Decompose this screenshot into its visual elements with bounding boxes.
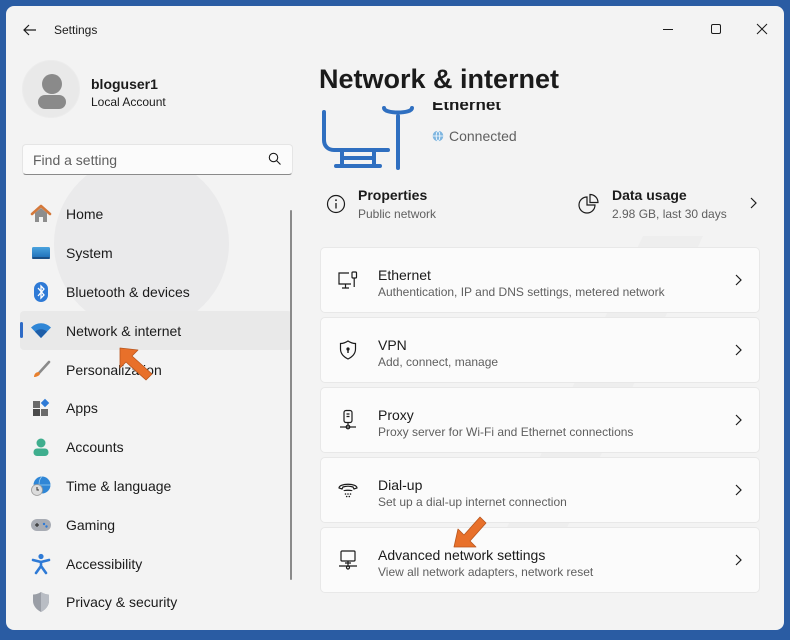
sidebar-item-apps[interactable]: Apps bbox=[20, 389, 292, 428]
bluetooth-icon bbox=[30, 281, 52, 303]
sidebar-item-network[interactable]: Network & internet bbox=[20, 311, 292, 351]
sidebar-item-label: Apps bbox=[66, 400, 98, 417]
gamepad-icon bbox=[30, 514, 52, 536]
ethernet-icon bbox=[337, 269, 359, 291]
wifi-icon bbox=[30, 320, 52, 342]
system-icon bbox=[30, 242, 52, 264]
sidebar-item-accessibility[interactable]: Accessibility bbox=[20, 544, 292, 583]
globe-icon bbox=[432, 130, 444, 142]
sidebar-item-personalization[interactable]: Personalization bbox=[20, 350, 292, 389]
shield-icon bbox=[30, 591, 52, 613]
card-dialup[interactable]: Dial-up Set up a dial-up internet connec… bbox=[320, 457, 760, 523]
sidebar-scrollbar[interactable] bbox=[290, 210, 292, 580]
sidebar-item-label: Personalization bbox=[66, 361, 162, 378]
back-arrow-icon bbox=[23, 24, 36, 36]
card-subtitle: Set up a dial-up internet connection bbox=[378, 495, 567, 509]
card-title: Proxy bbox=[378, 407, 414, 423]
title-bar: Settings bbox=[6, 6, 784, 54]
sidebar-item-gaming[interactable]: Gaming bbox=[20, 505, 292, 544]
card-proxy[interactable]: Proxy Proxy server for Wi-Fi and Etherne… bbox=[320, 387, 760, 453]
sidebar-item-bluetooth[interactable]: Bluetooth & devices bbox=[20, 273, 292, 312]
sidebar-item-label: Network & internet bbox=[66, 322, 182, 339]
close-icon bbox=[756, 23, 768, 35]
sidebar-item-label: Gaming bbox=[66, 516, 116, 533]
pie-chart-icon bbox=[578, 193, 599, 214]
card-title: Dial-up bbox=[378, 477, 423, 493]
chevron-right-icon bbox=[735, 344, 742, 356]
card-advanced-network-settings[interactable]: Advanced network settings View all netwo… bbox=[320, 527, 760, 593]
card-subtitle: View all network adapters, network reset bbox=[378, 565, 594, 579]
avatar bbox=[22, 60, 80, 118]
app-title: Settings bbox=[54, 23, 98, 37]
card-vpn[interactable]: VPN Add, connect, manage bbox=[320, 317, 760, 383]
search-input[interactable] bbox=[23, 145, 243, 174]
accounts-icon bbox=[30, 436, 52, 458]
connection-status: Connected bbox=[432, 128, 517, 144]
card-ethernet[interactable]: Ethernet Authentication, IP and DNS sett… bbox=[320, 247, 760, 313]
card-subtitle: Proxy server for Wi-Fi and Ethernet conn… bbox=[378, 425, 634, 439]
advanced-network-icon bbox=[337, 549, 359, 571]
chevron-right-icon bbox=[750, 197, 757, 209]
sidebar-item-home[interactable]: Home bbox=[20, 195, 292, 234]
sidebar-item-label: Privacy & security bbox=[66, 594, 178, 611]
search-icon[interactable] bbox=[268, 152, 282, 166]
properties-subtitle: Public network bbox=[358, 207, 437, 221]
sidebar-item-system[interactable]: System bbox=[20, 234, 292, 273]
maximize-button[interactable] bbox=[698, 14, 734, 44]
data-usage-title: Data usage bbox=[612, 187, 687, 203]
card-title: VPN bbox=[378, 337, 407, 353]
minimize-icon bbox=[663, 29, 673, 30]
ethernet-hero-icon bbox=[318, 104, 418, 175]
accessibility-icon bbox=[30, 553, 52, 575]
home-icon bbox=[30, 203, 52, 225]
sidebar-item-time-language[interactable]: Time & language bbox=[20, 467, 292, 506]
data-usage-button[interactable]: Data usage 2.98 GB, last 30 days bbox=[578, 179, 758, 229]
user-profile[interactable]: bloguser1 Local Account bbox=[22, 60, 282, 120]
minimize-button[interactable] bbox=[650, 14, 686, 44]
chevron-right-icon bbox=[735, 484, 742, 496]
properties-button[interactable]: Properties Public network bbox=[326, 179, 436, 229]
properties-title: Properties bbox=[358, 187, 428, 203]
sidebar-item-privacy[interactable]: Privacy & security bbox=[20, 583, 292, 622]
close-button[interactable] bbox=[744, 14, 780, 44]
sidebar-item-accounts[interactable]: Accounts bbox=[20, 428, 292, 467]
apps-icon bbox=[30, 397, 52, 419]
sidebar-item-label: Accessibility bbox=[66, 555, 143, 572]
chevron-right-icon bbox=[735, 274, 742, 286]
maximize-icon bbox=[711, 24, 721, 34]
card-subtitle: Authentication, IP and DNS settings, met… bbox=[378, 285, 665, 299]
account-type: Local Account bbox=[91, 95, 166, 109]
chevron-right-icon bbox=[735, 414, 742, 426]
back-button[interactable] bbox=[18, 18, 42, 42]
user-name: bloguser1 bbox=[91, 76, 158, 92]
card-title: Ethernet bbox=[378, 267, 431, 283]
sidebar-item-label: Bluetooth & devices bbox=[66, 283, 190, 300]
settings-cards: Ethernet Authentication, IP and DNS sett… bbox=[320, 247, 760, 597]
sidebar-item-label: Time & language bbox=[66, 477, 172, 494]
sidebar-item-label: Accounts bbox=[66, 439, 124, 456]
data-usage-subtitle: 2.98 GB, last 30 days bbox=[612, 207, 727, 221]
connection-name: Ethernet bbox=[432, 102, 501, 114]
dialup-icon bbox=[337, 479, 359, 501]
paintbrush-icon bbox=[30, 359, 52, 381]
sidebar-nav: Home System Bluetooth & devices Network … bbox=[20, 195, 292, 622]
info-icon bbox=[326, 194, 346, 214]
page-title: Network & internet bbox=[319, 64, 560, 94]
card-subtitle: Add, connect, manage bbox=[378, 355, 499, 369]
vpn-shield-icon bbox=[337, 339, 359, 361]
sidebar-item-label: Home bbox=[66, 206, 104, 223]
search-box bbox=[22, 144, 293, 175]
settings-window: Settings bloguser1 Local Account Home bbox=[6, 6, 784, 630]
card-title: Advanced network settings bbox=[378, 547, 546, 563]
sidebar-item-label: System bbox=[66, 245, 113, 262]
proxy-icon bbox=[337, 409, 359, 431]
chevron-right-icon bbox=[735, 554, 742, 566]
globe-clock-icon bbox=[30, 475, 52, 497]
